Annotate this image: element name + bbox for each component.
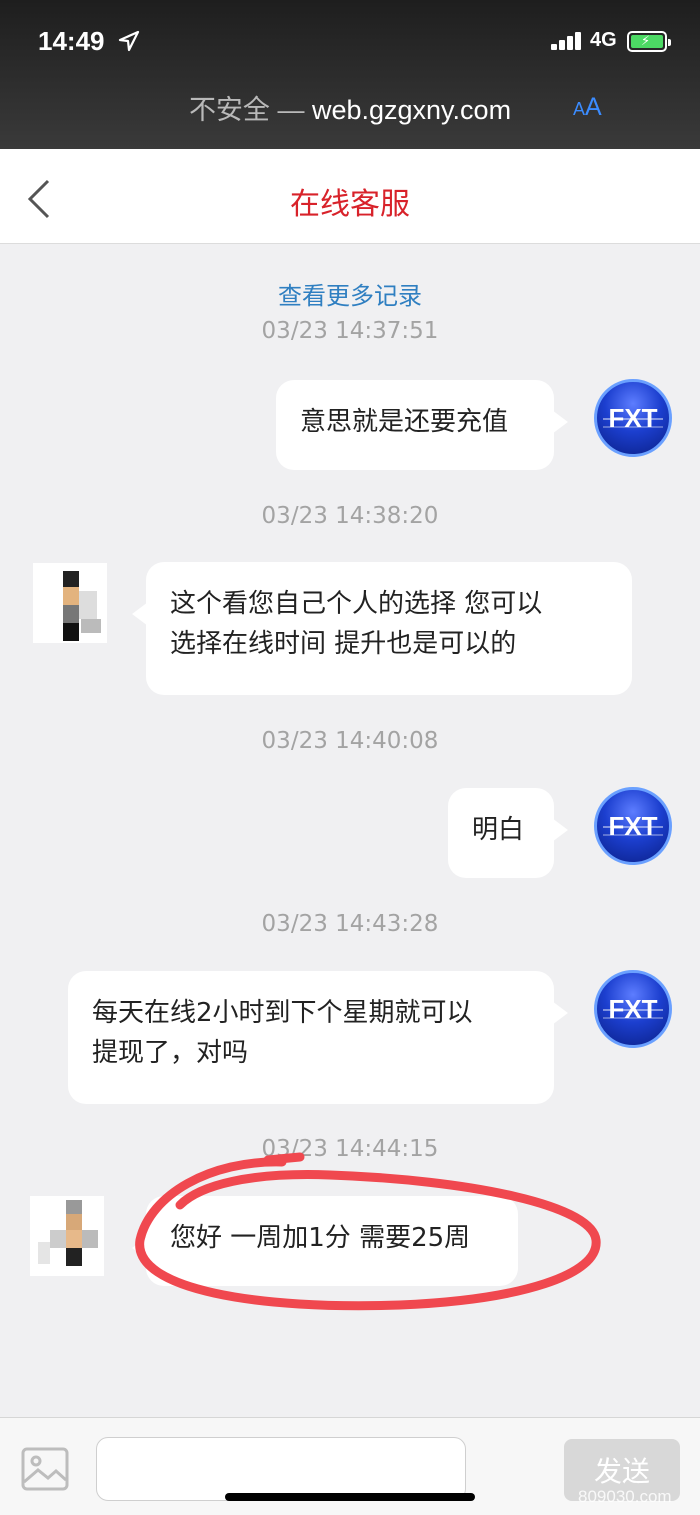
battery-icon: ⚡ — [627, 31, 671, 52]
message-input[interactable] — [96, 1437, 466, 1501]
avatar-text: FXT — [608, 993, 658, 1024]
message-text-line: 这个看您自己个人的选择 您可以 — [170, 589, 543, 619]
message-text-line: 意思就是还要充值 — [300, 407, 509, 437]
message-timestamp: 03/23 14:40:08 — [261, 728, 439, 754]
browser-chrome: 14:49 4G ⚡ 不安全 — web.gzgxny.com AA — [0, 0, 700, 149]
user-avatar: FXT — [594, 379, 672, 457]
avatar-text: FXT — [608, 810, 658, 841]
message-timestamp: 03/23 14:44:15 — [261, 1136, 439, 1162]
agent-message-bubble: 您好 一周加1分 需要25周 — [132, 1196, 518, 1286]
home-indicator — [225, 1493, 475, 1501]
agent-avatar — [30, 1196, 104, 1276]
load-more-history-link[interactable]: 查看更多记录 — [0, 276, 700, 311]
image-upload-icon[interactable] — [20, 1444, 70, 1494]
location-arrow-icon — [118, 30, 140, 52]
page-title: 在线客服 — [290, 187, 410, 222]
signal-icon — [551, 32, 585, 50]
text-size-button[interactable]: AA — [573, 93, 602, 122]
network-type: 4G — [590, 29, 617, 51]
user-message-bubble: 每天在线2小时到下个星期就可以 提现了，对吗 — [68, 971, 568, 1104]
watermark: 809030.com — [578, 1487, 672, 1506]
text-size-large-label: A — [585, 93, 602, 121]
message-text-line: 每天在线2小时到下个星期就可以 — [92, 998, 473, 1028]
user-avatar: FXT — [594, 787, 672, 865]
user-avatar: FXT — [594, 970, 672, 1048]
message-text-line: 您好 一周加1分 需要25周 — [170, 1223, 471, 1253]
text-size-small-label: A — [573, 99, 586, 119]
user-message-bubble: 意思就是还要充值 — [276, 380, 568, 470]
message-timestamp: 03/23 14:37:51 — [261, 318, 439, 344]
message-text-line: 提现了，对吗 — [92, 1038, 249, 1068]
insecure-label: 不安全 — — [188, 95, 305, 125]
avatar-text: FXT — [608, 402, 658, 433]
agent-message-bubble: 这个看您自己个人的选择 您可以 选择在线时间 提升也是可以的 — [132, 562, 632, 695]
message-timestamp: 03/23 14:43:28 — [261, 911, 439, 937]
message-timestamp: 03/23 14:38:20 — [261, 503, 439, 529]
page-header: 在线客服 — [0, 149, 700, 244]
message-text-line: 选择在线时间 提升也是可以的 — [170, 629, 517, 659]
user-message-bubble: 明白 — [448, 788, 568, 878]
url-host: web.gzgxny.com — [311, 95, 512, 125]
agent-avatar — [33, 563, 107, 643]
message-text-line: 明白 — [472, 815, 525, 845]
status-time: 14:49 — [38, 26, 105, 56]
